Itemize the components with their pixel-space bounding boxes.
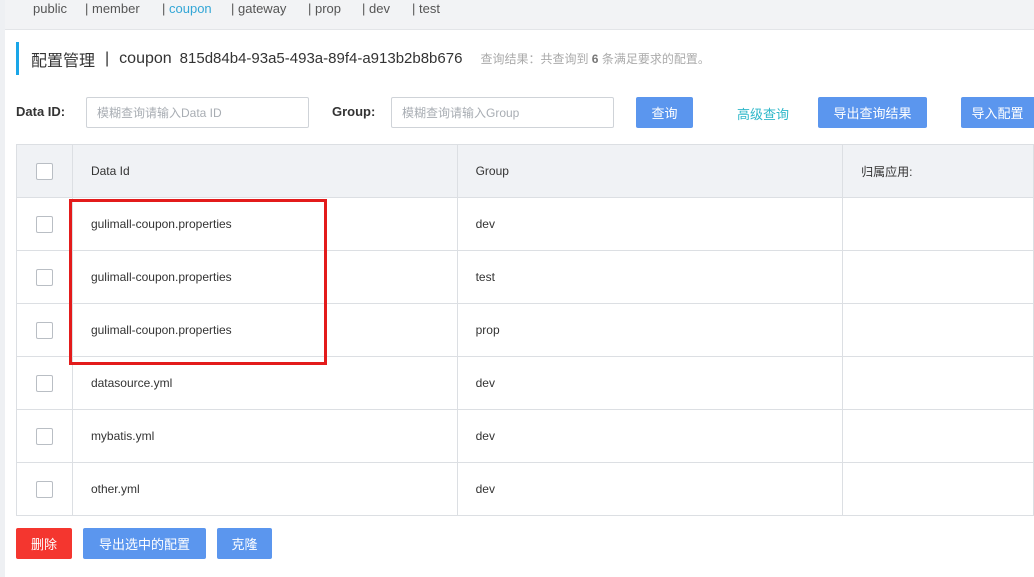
row-app xyxy=(842,462,1034,516)
row-checkbox[interactable] xyxy=(35,321,53,339)
namespace-tab-dev[interactable]: | dev xyxy=(362,1,390,16)
clone-button[interactable]: 克隆 xyxy=(217,528,272,559)
column-header-app[interactable]: 归属应用: xyxy=(842,144,1034,198)
namespace-bar: public | member | coupon | gateway | pro… xyxy=(5,0,1034,30)
select-all-cell xyxy=(16,144,73,198)
row-group: dev xyxy=(457,197,844,251)
export-results-button[interactable]: 导出查询结果 xyxy=(818,97,927,128)
group-input[interactable] xyxy=(391,97,614,128)
row-checkbox[interactable] xyxy=(35,427,53,445)
table-row: other.yml dev xyxy=(16,462,1034,516)
row-app xyxy=(842,409,1034,463)
column-header-group[interactable]: Group xyxy=(457,144,844,198)
namespace-tab-gateway[interactable]: | gateway xyxy=(231,1,286,16)
namespace-tab-member[interactable]: | member xyxy=(85,1,140,16)
row-checkbox[interactable] xyxy=(35,374,53,392)
page-title: 配置管理 xyxy=(31,52,96,70)
namespace-tab-prop[interactable]: | prop xyxy=(308,1,341,16)
query-button[interactable]: 查询 xyxy=(636,97,693,128)
export-selected-button[interactable]: 导出选中的配置 xyxy=(83,528,206,559)
namespace-tab-test[interactable]: | test xyxy=(412,1,440,16)
row-app xyxy=(842,356,1034,410)
data-id-input[interactable] xyxy=(86,97,309,128)
row-group: prop xyxy=(457,303,844,357)
delete-button[interactable]: 删除 xyxy=(16,528,72,559)
namespace-tab-public[interactable]: public xyxy=(33,1,67,16)
row-checkbox[interactable] xyxy=(35,480,53,498)
group-label: Group: xyxy=(332,104,376,119)
table-row: mybatis.yml dev xyxy=(16,409,1034,463)
left-strip xyxy=(0,0,5,577)
row-checkbox[interactable] xyxy=(35,215,53,233)
namespace-tab-coupon[interactable]: | coupon xyxy=(162,1,212,16)
row-data-id: mybatis.yml xyxy=(72,409,458,463)
row-checkbox[interactable] xyxy=(35,268,53,286)
row-group: dev xyxy=(457,409,844,463)
namespace-id: 815d84b4-93a5-493a-89f4-a913b2b8b676 xyxy=(179,50,463,67)
row-data-id: other.yml xyxy=(72,462,458,516)
page-title-bar: 配置管理 | coupon 815d84b4-93a5-493a-89f4-a9… xyxy=(16,42,710,75)
query-result-summary: 查询结果：共查询到 6 条满足要求的配置。 xyxy=(480,52,710,66)
advanced-query-link[interactable]: 高级查询 xyxy=(737,104,789,123)
row-group: test xyxy=(457,250,844,304)
row-app xyxy=(842,197,1034,251)
title-separator: | xyxy=(105,49,110,67)
row-group: dev xyxy=(457,356,844,410)
import-config-button[interactable]: 导入配置 xyxy=(961,97,1034,128)
row-app xyxy=(842,250,1034,304)
row-group: dev xyxy=(457,462,844,516)
row-app xyxy=(842,303,1034,357)
highlight-box xyxy=(69,199,327,365)
select-all-checkbox[interactable] xyxy=(35,162,53,180)
column-header-data-id[interactable]: Data Id xyxy=(72,144,458,198)
table-header-row: Data Id Group 归属应用: xyxy=(16,144,1034,198)
namespace-name: coupon xyxy=(119,49,172,67)
data-id-label: Data ID: xyxy=(16,104,66,119)
